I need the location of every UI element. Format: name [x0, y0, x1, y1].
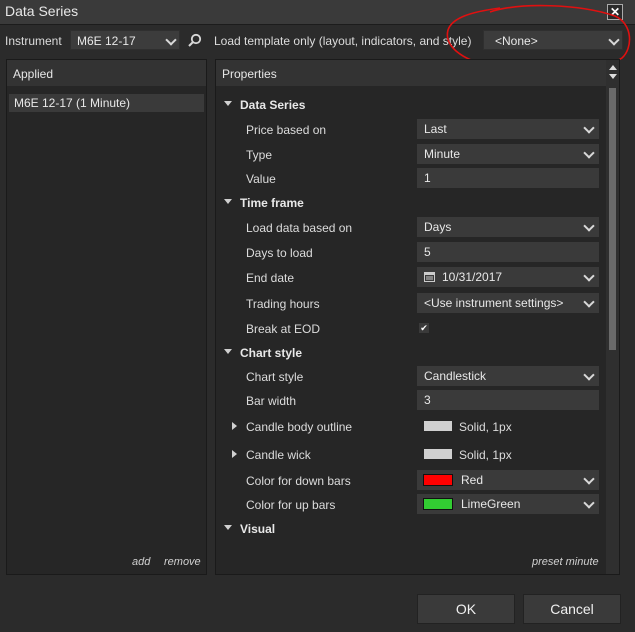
instrument-label: Instrument — [5, 34, 62, 48]
date-value: 10/31/2017 — [442, 270, 503, 284]
row-label: Candle wick — [246, 448, 311, 462]
stroke-swatch — [424, 421, 452, 431]
price-based-on-select[interactable]: Last — [417, 119, 599, 139]
row-label: Color for down bars — [246, 474, 351, 488]
end-date-picker[interactable]: 10/31/2017 — [417, 267, 599, 287]
load-data-select[interactable]: Days — [417, 217, 599, 237]
section-title: Visual — [240, 522, 276, 536]
row-label: Chart style — [246, 370, 304, 384]
value-input[interactable]: 1 — [417, 168, 599, 188]
chevron-down-icon — [583, 270, 595, 282]
row-load-data-based-on: Load data based on Days — [216, 216, 606, 240]
section-chart-style[interactable]: Chart style — [216, 341, 606, 365]
stroke-value: Solid, 1px — [459, 448, 512, 462]
select-value: Minute — [424, 147, 461, 161]
select-value: Red — [461, 473, 484, 487]
instrument-value: M6E 12-17 — [77, 34, 136, 48]
bar-width-input[interactable]: 3 — [417, 390, 599, 410]
section-title: Time frame — [240, 196, 304, 210]
row-end-date: End date 10/31/2017 — [216, 266, 606, 290]
chevron-down-icon — [583, 497, 595, 509]
remove-link[interactable]: remove — [164, 556, 201, 568]
collapse-icon[interactable] — [224, 101, 232, 106]
color-swatch — [423, 498, 453, 510]
color-up-select[interactable]: LimeGreen — [417, 494, 599, 514]
row-break-at-eod: Break at EOD ✔ — [216, 317, 606, 341]
select-value: Candlestick — [424, 369, 487, 383]
chevron-down-icon — [583, 473, 595, 485]
color-down-select[interactable]: Red — [417, 470, 599, 490]
row-label: Type — [246, 148, 273, 162]
row-type: Type Minute — [216, 143, 606, 167]
add-link[interactable]: add — [132, 556, 150, 568]
row-value: Value 1 — [216, 167, 606, 191]
row-label: End date — [246, 271, 295, 285]
select-value: Last — [424, 122, 447, 136]
section-data-series[interactable]: Data Series — [216, 93, 606, 117]
row-bar-width: Bar width 3 — [216, 389, 606, 413]
days-to-load-input[interactable]: 5 — [417, 242, 599, 262]
expand-icon[interactable] — [232, 450, 237, 458]
stroke-swatch — [424, 449, 452, 459]
color-swatch — [423, 474, 453, 486]
row-label: Candle body outline — [246, 420, 353, 434]
select-value: LimeGreen — [461, 497, 521, 511]
instrument-select[interactable]: M6E 12-17 — [70, 30, 180, 50]
section-title: Data Series — [240, 98, 306, 112]
collapse-icon[interactable] — [224, 349, 232, 354]
cancel-button[interactable]: Cancel — [523, 594, 621, 624]
row-color-down: Color for down bars Red — [216, 469, 606, 493]
row-label: Break at EOD — [246, 322, 321, 336]
row-label: Price based on — [246, 123, 327, 137]
section-time-frame[interactable]: Time frame — [216, 191, 606, 215]
row-candle-body-outline[interactable]: Candle body outline Solid, 1px — [216, 415, 606, 439]
row-days-to-load: Days to load 5 — [216, 241, 606, 265]
row-trading-hours: Trading hours <Use instrument settings> — [216, 292, 606, 316]
chevron-down-icon — [583, 220, 595, 232]
type-select[interactable]: Minute — [417, 144, 599, 164]
chevron-down-icon — [583, 147, 595, 159]
chevron-down-icon — [583, 369, 595, 381]
chart-style-select[interactable]: Candlestick — [417, 366, 599, 386]
window-title: Data Series — [5, 3, 79, 19]
scroll-up-icon[interactable] — [609, 65, 617, 70]
row-label: Bar width — [246, 394, 297, 408]
row-label: Color for up bars — [246, 498, 336, 512]
collapse-icon[interactable] — [224, 525, 232, 530]
section-visual[interactable]: Visual — [216, 517, 606, 541]
check-icon[interactable]: ✔ — [419, 323, 429, 333]
row-label: Load data based on — [246, 221, 353, 235]
collapse-icon[interactable] — [224, 199, 232, 204]
applied-panel: Applied M6E 12-17 (1 Minute) add remove — [6, 59, 207, 575]
row-label: Trading hours — [246, 297, 320, 311]
applied-item[interactable]: M6E 12-17 (1 Minute) — [9, 94, 204, 112]
scroll-thumb[interactable] — [609, 88, 616, 350]
preset-link[interactable]: preset minute — [532, 556, 599, 568]
select-value: <Use instrument settings> — [424, 296, 564, 310]
chevron-down-icon — [583, 122, 595, 134]
row-label: Days to load — [246, 246, 313, 260]
search-icon[interactable] — [187, 33, 203, 49]
applied-header: Applied — [7, 60, 206, 86]
row-color-up: Color for up bars LimeGreen — [216, 493, 606, 517]
section-title: Chart style — [240, 346, 303, 360]
scroll-down-icon[interactable] — [609, 74, 617, 79]
select-value: Days — [424, 220, 452, 234]
scrollbar[interactable] — [606, 60, 619, 574]
row-label: Value — [246, 172, 276, 186]
ok-button[interactable]: OK — [417, 594, 515, 624]
properties-header: Properties — [216, 60, 619, 86]
row-candle-wick[interactable]: Candle wick Solid, 1px — [216, 443, 606, 467]
row-chart-style: Chart style Candlestick — [216, 365, 606, 389]
stroke-value: Solid, 1px — [459, 420, 512, 434]
expand-icon[interactable] — [232, 422, 237, 430]
chevron-down-icon — [165, 34, 177, 46]
properties-panel: Properties Data Series Price based on La… — [215, 59, 620, 575]
chevron-down-icon — [583, 296, 595, 308]
calendar-icon — [424, 272, 435, 282]
trading-hours-select[interactable]: <Use instrument settings> — [417, 293, 599, 313]
row-price-based-on: Price based on Last — [216, 118, 606, 142]
